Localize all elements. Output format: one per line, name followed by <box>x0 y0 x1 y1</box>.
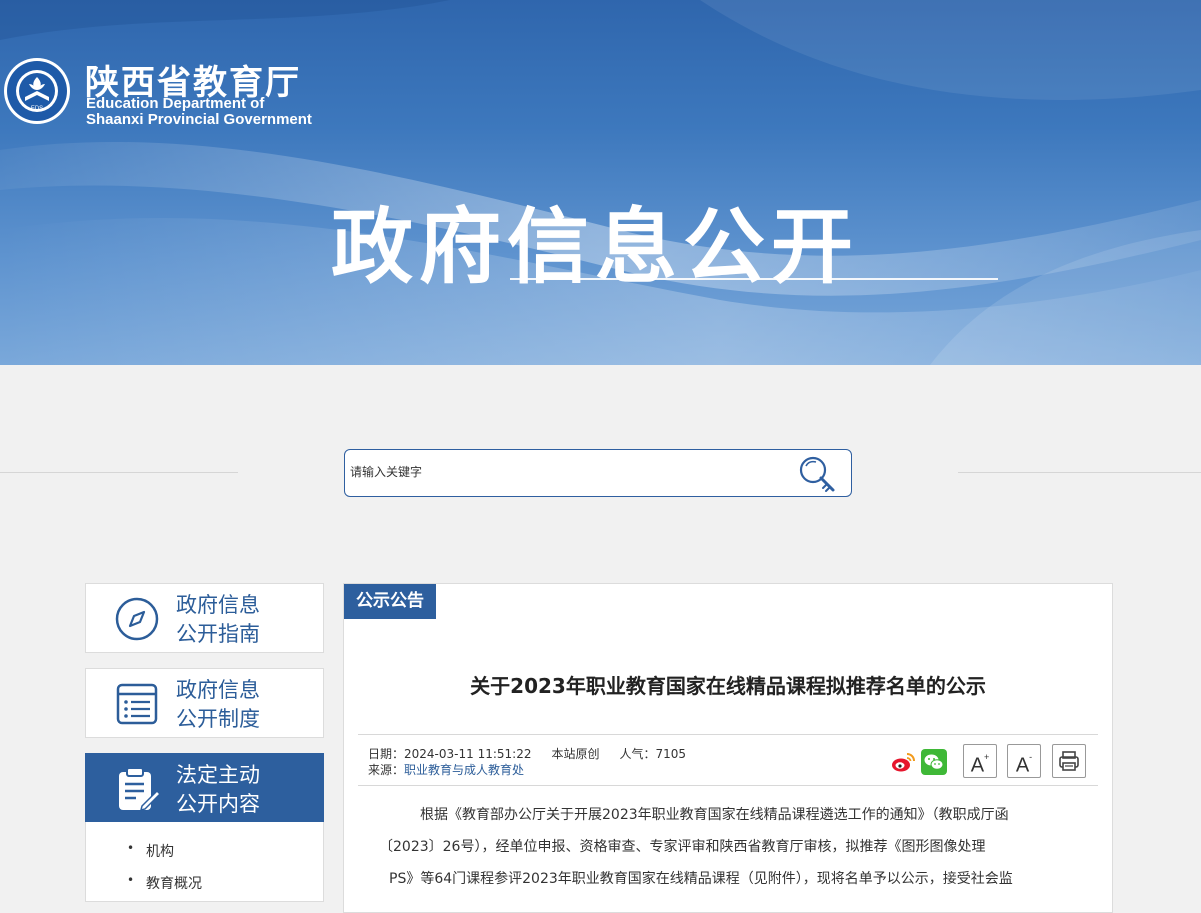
article-meta-date-row: 日期：2024-03-11 11:51:22 本站原创 人气：7105 <box>368 747 687 761</box>
org-name-english-line1: Education Department of <box>86 95 265 112</box>
search-input[interactable] <box>350 465 770 479</box>
article-date: 2024-03-11 11:51:22 <box>404 747 532 761</box>
article-views: 7105 <box>655 747 687 761</box>
sidebar-item-disclosure-system[interactable]: 政府信息 公开制度 <box>85 668 324 738</box>
article-meta-source-row: 来源：职业教育与成人教育处 <box>368 763 525 777</box>
article-panel: 公示公告 关于2023年职业教育国家在线精品课程拟推荐名单的公示 日期：2024… <box>343 583 1113 913</box>
article-origin: 本站原创 <box>551 747 600 761</box>
article-source-link[interactable]: 职业教育与成人教育处 <box>404 763 524 777</box>
sidebar-item-statutory-content[interactable]: 法定主动 公开内容 <box>85 753 324 823</box>
svg-text:EDS: EDS <box>31 106 43 112</box>
org-name-english-line2: Shaanxi Provincial Government <box>86 111 312 128</box>
print-button[interactable] <box>1052 744 1086 778</box>
font-increase-button[interactable]: A+ <box>963 744 997 778</box>
category-tab[interactable]: 公示公告 <box>344 584 436 619</box>
site-logo[interactable]: EDS 陕西省教育厅 Education Department of Shaan… <box>3 57 323 129</box>
header-banner: EDS 陕西省教育厅 Education Department of Shaan… <box>0 0 1201 365</box>
banner-title: 政府信息公开 <box>331 200 860 295</box>
divider-right <box>958 472 1201 473</box>
sidebar-item-label: 政府信息 公开制度 <box>176 678 260 731</box>
compass-icon <box>115 597 159 641</box>
article-title: 关于2023年职业教育国家在线精品课程拟推荐名单的公示 <box>470 674 986 698</box>
meta-divider-bottom <box>358 785 1098 786</box>
search-bar <box>344 449 852 497</box>
bullet-icon: • <box>127 873 135 887</box>
weibo-icon[interactable] <box>890 749 916 775</box>
sidebar-sub-item-education-overview[interactable]: • 教育概况 <box>127 873 202 893</box>
sidebar-item-disclosure-guide[interactable]: 政府信息 公开指南 <box>85 583 324 653</box>
divider-left <box>0 472 238 473</box>
article-paragraph-line: 〔2023〕26号），经单位申报、资格审查、专家评审和陕西省教育厅审核，拟推荐《… <box>379 839 986 855</box>
printer-icon <box>1059 751 1079 771</box>
document-list-icon <box>116 683 158 725</box>
article-paragraph-line: 根据《教育部办公厅关于开展2023年职业教育国家在线精品课程遴选工作的通知》（教… <box>420 807 1009 823</box>
font-decrease-button[interactable]: A- <box>1007 744 1041 778</box>
article-body: 根据《教育部办公厅关于开展2023年职业教育国家在线精品课程遴选工作的通知》（教… <box>379 799 1074 895</box>
wechat-icon[interactable] <box>921 749 947 775</box>
search-key-icon <box>799 456 835 492</box>
sidebar-sub-item-organization[interactable]: • 机构 <box>127 841 174 861</box>
clipboard-edit-icon <box>119 767 160 812</box>
bullet-icon: • <box>127 841 135 855</box>
banner-title-underline <box>510 278 998 280</box>
sidebar-item-label: 法定主动 公开内容 <box>176 763 260 816</box>
search-button[interactable] <box>795 454 839 494</box>
sidebar-sub-list: • 机构 • 教育概况 <box>85 822 324 902</box>
article-paragraph-line: PS》等64门课程参评2023年职业教育国家在线精品课程（见附件），现将名单予以… <box>389 871 1013 887</box>
education-department-emblem: EDS <box>4 58 70 124</box>
sidebar-item-label: 政府信息 公开指南 <box>176 593 260 646</box>
meta-divider-top <box>358 734 1098 735</box>
